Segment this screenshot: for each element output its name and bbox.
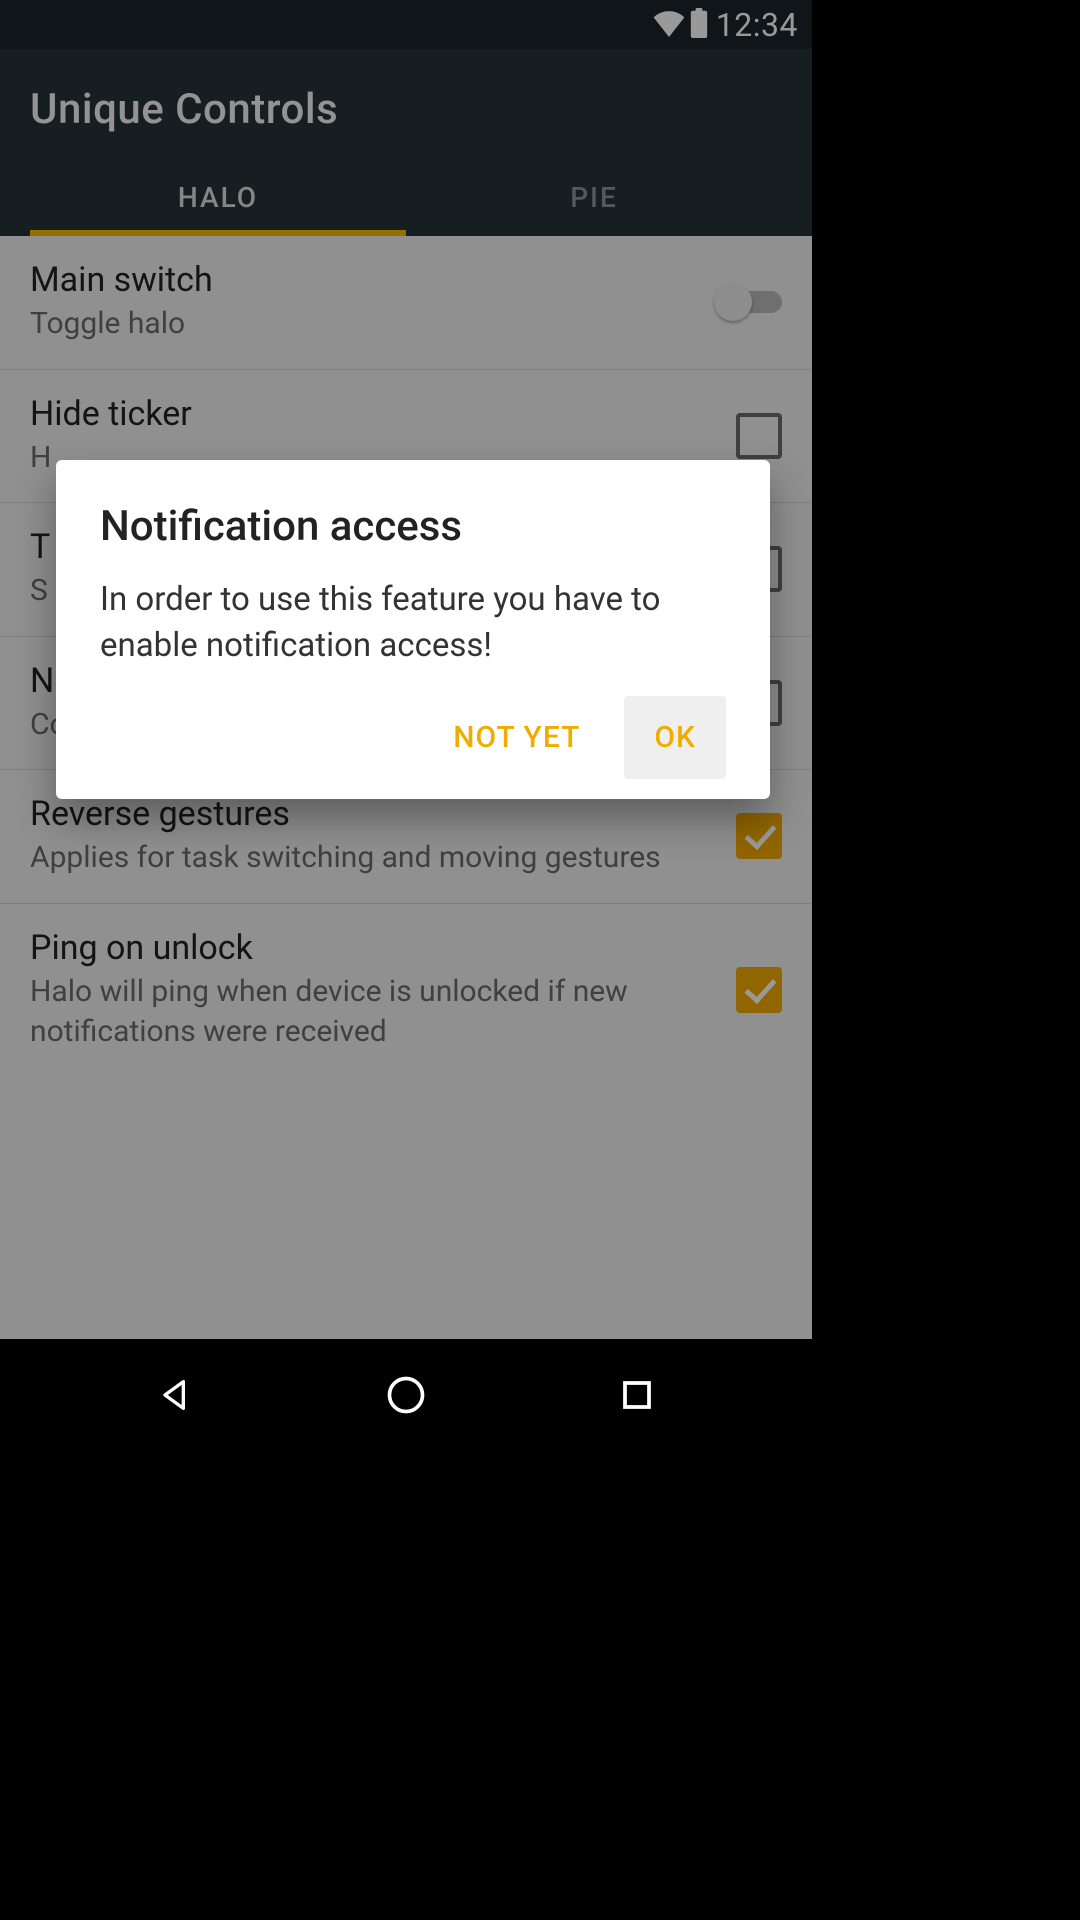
system-navbar xyxy=(0,1347,812,1443)
ok-button[interactable]: OK xyxy=(624,696,726,779)
dialog-body: In order to use this feature you have to… xyxy=(100,577,726,668)
back-icon[interactable] xyxy=(151,1371,199,1419)
dialog-actions: NOT YET OK xyxy=(100,696,726,779)
dialog-title: Notification access xyxy=(100,502,726,551)
dialog-notification-access: Notification access In order to use this… xyxy=(56,460,770,799)
home-icon[interactable] xyxy=(382,1371,430,1419)
recents-icon[interactable] xyxy=(613,1371,661,1419)
not-yet-button[interactable]: NOT YET xyxy=(423,696,610,779)
